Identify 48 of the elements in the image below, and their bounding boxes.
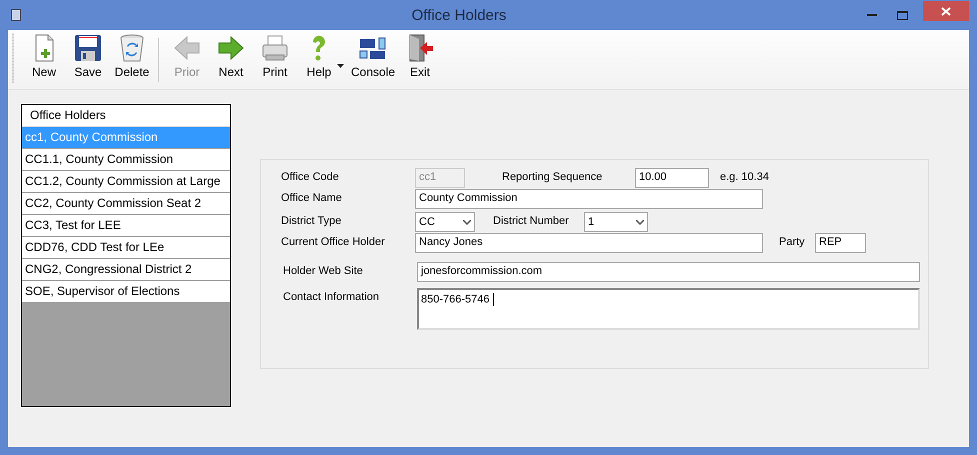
list-item[interactable]: CC3, Test for LEE — [22, 215, 230, 237]
input-field[interactable]: County Commission — [415, 189, 763, 209]
chevron-down-icon — [463, 220, 471, 224]
list-item[interactable]: SOE, Supervisor of Elections — [22, 281, 230, 303]
field-label: Contact Information — [283, 290, 380, 303]
printer-icon — [261, 33, 289, 63]
left-arrow-icon — [173, 33, 201, 63]
field-label: Office Name — [281, 191, 343, 204]
maximize-icon — [896, 10, 908, 20]
text-cursor — [492, 293, 494, 306]
app-icon — [11, 9, 21, 21]
hint-text: e.g. 10.34 — [720, 170, 769, 183]
close-icon — [941, 6, 951, 16]
input-field[interactable]: 10.00 — [635, 168, 709, 188]
chevron-down-icon — [636, 220, 644, 224]
field-label: Office Code — [281, 170, 340, 183]
input-field[interactable]: jonesforcommission.com — [417, 262, 920, 282]
text-area[interactable]: 850-766-5746 — [417, 288, 920, 330]
window-title: Office Holders — [410, 6, 508, 24]
close-button[interactable] — [923, 1, 969, 21]
console-button[interactable]: Console — [348, 33, 398, 85]
help-button[interactable]: Help — [297, 33, 341, 85]
recycle-bin-icon — [118, 33, 146, 63]
field-label: Reporting Sequence — [502, 170, 604, 183]
dropdown-field[interactable]: CC — [415, 212, 475, 232]
field-label: District Type — [281, 214, 342, 227]
new-button[interactable]: New — [22, 33, 66, 85]
print-button[interactable]: Print — [253, 33, 297, 85]
dropdown-field[interactable]: 1 — [584, 212, 648, 232]
list-item[interactable]: CC2, County Commission Seat 2 — [22, 193, 230, 215]
list-item[interactable]: CDD76, CDD Test for LEe — [22, 237, 230, 259]
field-label: District Number — [493, 214, 570, 227]
input-field[interactable]: Nancy Jones — [415, 233, 763, 253]
next-button[interactable]: Next — [209, 33, 253, 85]
field-label: Party — [779, 235, 806, 248]
exit-button[interactable]: Exit — [398, 33, 442, 85]
list-header: Office Holders — [22, 105, 230, 127]
minimize-icon — [867, 14, 877, 16]
right-arrow-icon — [217, 33, 245, 63]
input-field[interactable]: REP — [815, 233, 866, 253]
save-button[interactable]: Save — [66, 33, 110, 85]
field-label: Current Office Holder — [281, 235, 386, 248]
list-item[interactable]: CNG2, Congressional District 2 — [22, 259, 230, 281]
list-item[interactable]: CC1.2, County Commission at Large — [22, 171, 230, 193]
list-item[interactable]: CC1.1, County Commission — [22, 149, 230, 171]
field-label: Holder Web Site — [283, 264, 364, 277]
caret-icon[interactable] — [337, 64, 344, 68]
delete-button[interactable]: Delete — [110, 33, 154, 85]
